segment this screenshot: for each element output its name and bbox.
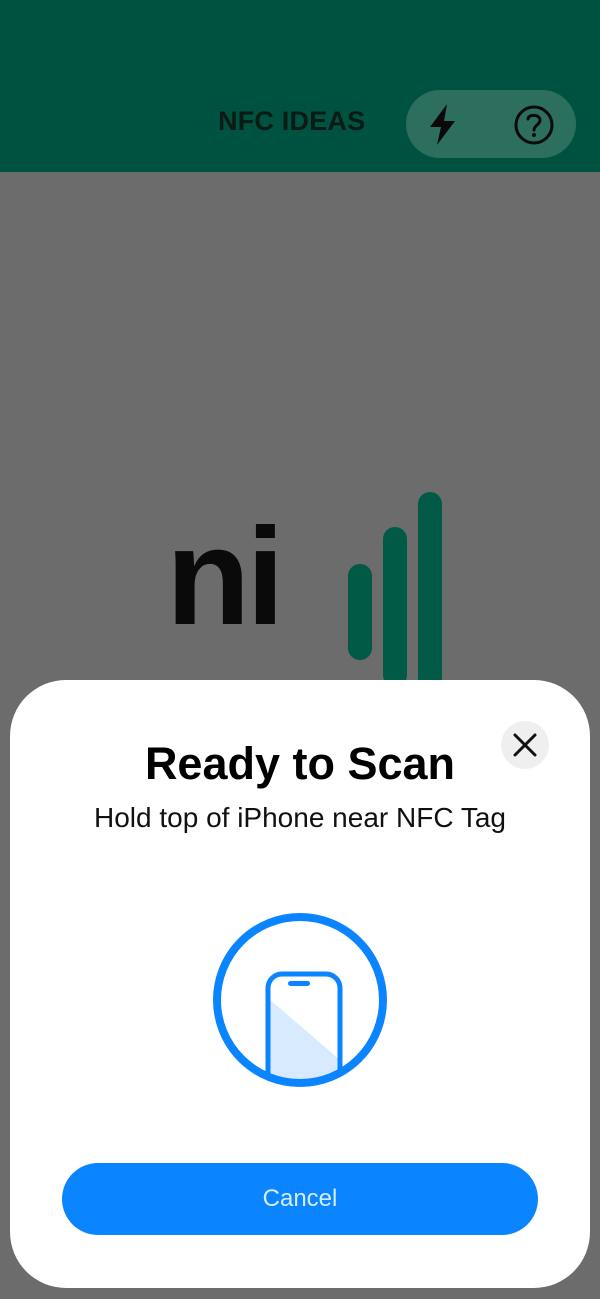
sheet-subtitle: Hold top of iPhone near NFC Tag bbox=[94, 802, 506, 833]
header-action-group bbox=[406, 90, 576, 158]
logo-text: ni bbox=[166, 500, 285, 654]
help-button[interactable] bbox=[491, 90, 576, 158]
signal-bar-tall bbox=[418, 492, 442, 692]
app-title: NFC IDEAS bbox=[218, 106, 366, 136]
app-header: NFC IDEAS bbox=[0, 0, 600, 172]
signal-bar-medium bbox=[383, 527, 407, 687]
question-circle-icon bbox=[514, 105, 554, 145]
signal-bar-short bbox=[348, 564, 372, 660]
phone-scan-icon bbox=[210, 910, 390, 1090]
flash-button[interactable] bbox=[406, 90, 491, 158]
scan-sheet: Ready to Scan Hold top of iPhone near NF… bbox=[10, 680, 590, 1288]
cancel-button[interactable]: Cancel bbox=[62, 1163, 538, 1235]
sheet-title: Ready to Scan bbox=[144, 738, 456, 789]
lightning-bolt-icon bbox=[430, 104, 455, 145]
app-logo: ni bbox=[160, 480, 460, 692]
